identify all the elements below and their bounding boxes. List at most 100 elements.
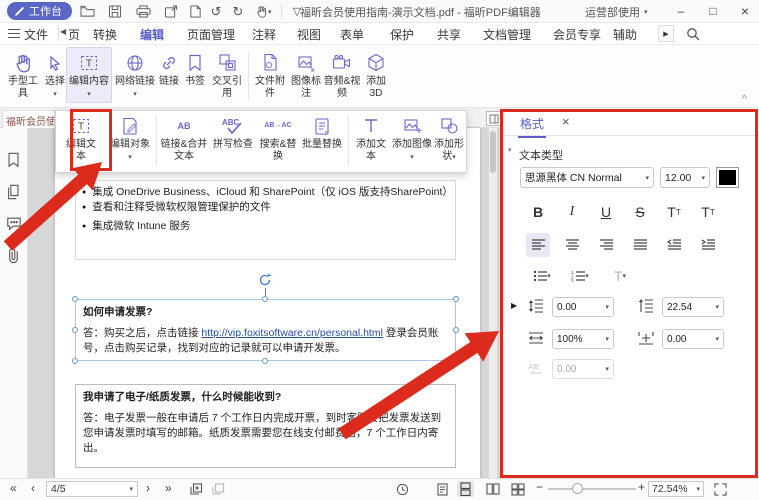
align-center-button[interactable]: [560, 233, 584, 257]
tab-protect[interactable]: 保护: [390, 26, 414, 43]
font-family-select[interactable]: 思源黑体 CN Normal ▾: [520, 167, 654, 188]
batch-replace-button[interactable]: 批量替换: [302, 113, 342, 151]
redo-icon[interactable]: ↻: [229, 3, 247, 20]
tab-form[interactable]: 表单: [340, 26, 364, 43]
zoom-slider-track[interactable]: [548, 488, 636, 490]
selection-handle[interactable]: [453, 296, 459, 302]
ribbon-collapse-icon[interactable]: ^: [742, 94, 747, 105]
text-style-button[interactable]: T▾: [604, 264, 636, 288]
selection-handle[interactable]: [262, 296, 268, 302]
spell-check-button[interactable]: ABC 拼写检查: [212, 113, 254, 151]
prev-page-button[interactable]: ‹: [31, 481, 35, 495]
bold-button[interactable]: B: [526, 200, 550, 224]
format-tab[interactable]: 格式: [518, 115, 546, 138]
selection-handle[interactable]: [72, 327, 78, 333]
strikethrough-button[interactable]: S: [628, 200, 652, 224]
maximize-button[interactable]: □: [698, 0, 728, 22]
section-collapse-icon[interactable]: ▾: [508, 146, 512, 154]
zoom-slider-thumb[interactable]: [572, 483, 583, 494]
rotate-handle-icon[interactable]: [257, 272, 273, 288]
font-color-swatch[interactable]: [716, 167, 739, 188]
export-icon[interactable]: [162, 3, 180, 20]
text-type-section-header[interactable]: 文本类型: [519, 147, 563, 163]
selection-handle[interactable]: [72, 358, 78, 364]
indent-increase-button[interactable]: [696, 233, 720, 257]
line-spacing-select[interactable]: 0.00▾: [552, 297, 614, 317]
font-size-select[interactable]: 12.00 ▾: [660, 167, 710, 188]
selection-handle[interactable]: [453, 358, 459, 364]
weblink-button[interactable]: 网络链接▾: [114, 49, 156, 101]
zoom-level-select[interactable]: 72.54% ▾: [648, 481, 704, 497]
bullet-list-box[interactable]: ●集成 OneDrive Business、iCloud 和 SharePoin…: [75, 180, 456, 260]
align-justify-button[interactable]: [628, 233, 652, 257]
selected-text-box[interactable]: 如何申请发票? 答：购买之后，点击链接 http://vip.foxitsoft…: [75, 299, 456, 361]
tab-pages[interactable]: 页面管理: [187, 26, 235, 43]
close-button[interactable]: ×: [730, 0, 759, 22]
tab-home-partial[interactable]: 页: [68, 26, 80, 43]
indent-decrease-button[interactable]: [662, 233, 686, 257]
minimize-button[interactable]: –: [666, 0, 696, 22]
tab-convert[interactable]: 转换: [93, 26, 117, 43]
bookmarks-panel-icon[interactable]: [6, 152, 23, 169]
crossref-button[interactable]: 交叉引用: [209, 49, 245, 100]
format-tab-close-icon[interactable]: ×: [562, 114, 570, 129]
align-right-button[interactable]: [594, 233, 618, 257]
add-image-button[interactable]: 添加图像▾: [392, 113, 432, 164]
link-button[interactable]: 链接: [155, 49, 183, 88]
selection-handle[interactable]: [453, 327, 459, 333]
next-page-button[interactable]: ›: [146, 481, 150, 495]
comments-panel-icon[interactable]: [6, 216, 23, 233]
align-left-button[interactable]: [526, 233, 550, 257]
paragraph-spacing-select[interactable]: 22.54▾: [662, 297, 724, 317]
tab-scroll-left-icon[interactable]: ◀: [60, 27, 66, 36]
workspace-button[interactable]: 工作台: [7, 2, 72, 20]
word-spacing-select[interactable]: 0.00▾: [552, 359, 614, 379]
invoice-link[interactable]: http://vip.foxitsoftware.cn/personal.htm…: [201, 327, 383, 339]
first-page-button[interactable]: «: [10, 481, 17, 495]
image-annot-button[interactable]: 图像标注: [288, 49, 324, 100]
underline-button[interactable]: U: [594, 200, 618, 224]
last-page-button[interactable]: »: [165, 481, 172, 495]
edit-content-button[interactable]: T 编辑内容▾: [66, 47, 112, 103]
menu-file[interactable]: 文件: [24, 26, 48, 43]
bookmark-button[interactable]: 书签: [182, 49, 208, 88]
quad-view-icon[interactable]: [509, 481, 526, 497]
tab-edit[interactable]: 编辑: [140, 26, 164, 43]
selection-handle[interactable]: [72, 296, 78, 302]
zoom-in-button[interactable]: +: [638, 480, 645, 494]
add-text-button[interactable]: 添加文本: [352, 113, 390, 163]
add-3d-button[interactable]: 添加3D: [360, 49, 392, 100]
format-panel-expand-icon[interactable]: ▶: [511, 301, 517, 310]
fullscreen-icon[interactable]: [712, 481, 729, 497]
next-view-icon[interactable]: [210, 481, 227, 497]
zoom-out-button[interactable]: −: [536, 480, 543, 494]
document-scrollbar[interactable]: [489, 128, 497, 478]
tab-view[interactable]: 视图: [297, 26, 321, 43]
subscript-button[interactable]: TT: [696, 200, 720, 224]
hamburger-menu-icon[interactable]: [8, 29, 20, 38]
search-icon[interactable]: [686, 27, 700, 41]
account-menu[interactable]: 运营部使用 ▾: [585, 4, 648, 20]
document-tab[interactable]: 福昕会员使用指南: [2, 110, 55, 128]
new-page-icon[interactable]: [186, 3, 204, 20]
hand-mode-caret[interactable]: ▾: [268, 8, 272, 16]
hand-tool-button[interactable]: 手型工具: [6, 49, 40, 100]
continuous-view-icon[interactable]: [457, 481, 474, 497]
superscript-button[interactable]: TT: [662, 200, 686, 224]
file-attach-button[interactable]: 文件附件: [252, 49, 288, 100]
bullet-list-button[interactable]: ▾: [526, 264, 558, 288]
tab-docmgmt[interactable]: 文档管理: [483, 26, 531, 43]
page-number-select[interactable]: 4/5 ▾: [46, 481, 138, 497]
single-page-view-icon[interactable]: [434, 481, 451, 497]
edit-object-button[interactable]: 编辑对象▾: [110, 113, 150, 164]
facing-view-icon[interactable]: [484, 481, 501, 497]
edit-text-button[interactable]: T 编辑文本: [63, 113, 99, 163]
italic-button[interactable]: I: [560, 200, 584, 224]
attachments-panel-icon[interactable]: [6, 247, 23, 264]
undo-icon[interactable]: ↺: [207, 3, 225, 20]
numbered-list-button[interactable]: 123▾: [564, 264, 596, 288]
panel-toggle-icon[interactable]: [486, 111, 501, 126]
join-text-button[interactable]: AB 链接&合并文本: [160, 113, 208, 163]
tab-share[interactable]: 共享: [437, 26, 461, 43]
horizontal-scale-select[interactable]: 100%▾: [552, 329, 614, 349]
